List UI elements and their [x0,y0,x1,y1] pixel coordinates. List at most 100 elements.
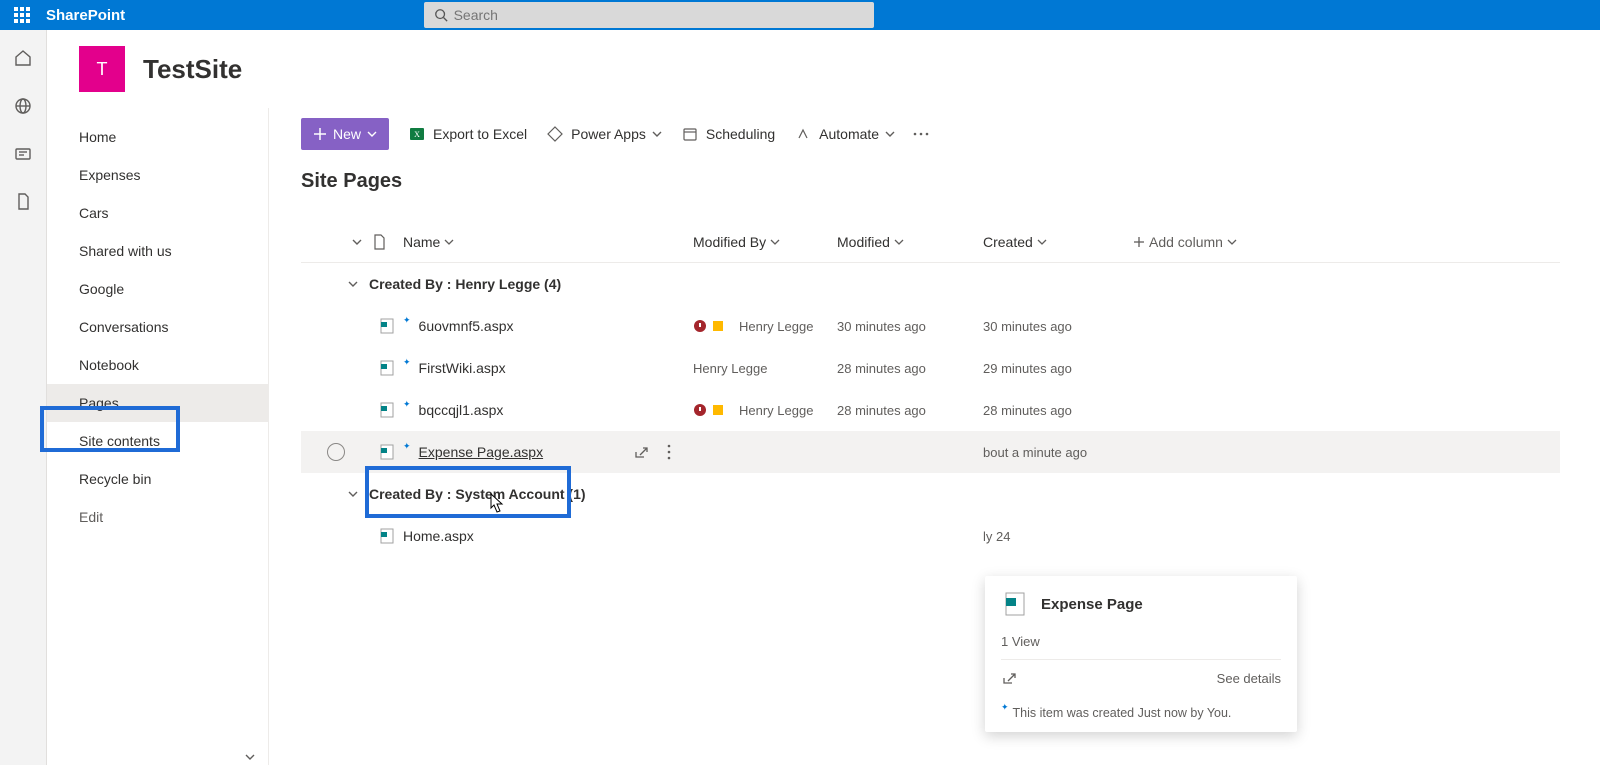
ql-conversations[interactable]: Conversations [47,308,268,346]
draft-icon [711,403,725,417]
group-expand-all[interactable] [301,236,371,248]
new-indicator-icon: ✦ [403,315,411,326]
file-name[interactable]: Home.aspx [403,528,474,544]
files-icon[interactable] [13,192,33,212]
ql-notebook[interactable]: Notebook [47,346,268,384]
file-name[interactable]: Expense Page.aspx [419,444,544,460]
table-row[interactable]: ✦ FirstWiki.aspx Henry Legge 28 minutes a… [301,347,1560,389]
automate-label: Automate [819,126,879,142]
checkout-icon [693,319,707,333]
ql-shared[interactable]: Shared with us [47,232,268,270]
site-title: TestSite [143,54,242,85]
scheduling[interactable]: Scheduling [680,124,775,144]
modified-by: Henry Legge [693,361,767,376]
search-icon [434,8,448,22]
svg-text:X: X [414,130,420,139]
new-button[interactable]: New [301,118,389,150]
group-header[interactable]: Created By : Henry Legge (4) [301,263,1560,305]
modified: 30 minutes ago [837,319,983,334]
activity-icon: ✦ [1001,702,1009,713]
share-icon[interactable] [633,444,649,460]
col-created[interactable]: Created [983,234,1113,250]
ql-recycle-bin[interactable]: Recycle bin [47,460,268,498]
table-row[interactable]: ✦ 6uovmnf5.aspx Henry Legge 30 minutes ag… [301,305,1560,347]
col-modified[interactable]: Modified [837,234,983,250]
site-page-icon [371,359,403,377]
site-page-icon [371,443,403,461]
ql-edit[interactable]: Edit [47,498,268,536]
ql-home[interactable]: Home [47,118,268,156]
table-row[interactable]: Home.aspx ly 24 [301,515,1560,557]
powerapps-icon [545,124,565,144]
col-modby-label: Modified By [693,234,766,250]
flow-icon [793,124,813,144]
modified: 28 minutes ago [837,361,983,376]
site-page-icon [371,401,403,419]
chevron-down-icon[interactable] [347,488,359,500]
ql-google[interactable]: Google [47,270,268,308]
created: ly 24 [983,529,1113,544]
modified-by: Henry Legge [739,319,813,334]
modified-by: Henry Legge [739,403,813,418]
search-input[interactable] [454,7,864,23]
file-name[interactable]: bqccqjl1.aspx [419,402,504,418]
group-label: Created By : System Account (1) [369,486,586,502]
ql-cars[interactable]: Cars [47,194,268,232]
site-logo: T [79,46,125,92]
search-box[interactable] [424,2,874,28]
new-indicator-icon: ✦ [403,357,411,368]
plus-icon [313,127,327,141]
file-hover-card: Expense Page 1 View See details ✦ This it… [985,576,1297,732]
ql-pages[interactable]: Pages [47,384,268,422]
column-header-row: Name Modified By Modified Created Add co… [301,221,1560,263]
ql-expenses[interactable]: Expenses [47,156,268,194]
hover-card-activity: This item was created Just now by You. [1013,706,1232,720]
file-name[interactable]: FirstWiki.aspx [419,360,506,376]
more-actions-icon[interactable] [667,444,671,460]
export-excel[interactable]: X Export to Excel [407,124,527,144]
checkout-icon [693,403,707,417]
created: 28 minutes ago [983,403,1113,418]
scheduling-label: Scheduling [706,126,775,142]
site-page-icon [371,527,403,545]
automate[interactable]: Automate [793,124,895,144]
table-row[interactable]: ✦ bqccqjl1.aspx Henry Legge 28 minutes ag… [301,389,1560,431]
created: 29 minutes ago [983,361,1113,376]
app-launcher[interactable] [8,1,36,29]
file-name[interactable]: 6uovmnf5.aspx [419,318,514,334]
quick-launch: Home Expenses Cars Shared with us Google… [47,108,269,765]
see-details-link[interactable]: See details [1217,671,1281,686]
chevron-down-icon[interactable] [347,278,359,290]
col-name[interactable]: Name [403,234,693,250]
globe-icon[interactable] [13,96,33,116]
home-icon[interactable] [13,48,33,68]
draft-icon [711,319,725,333]
col-crt-label: Created [983,234,1033,250]
power-apps[interactable]: Power Apps [545,124,662,144]
suite-brand: SharePoint [46,7,125,24]
hover-card-title: Expense Page [1041,596,1143,613]
more-commands[interactable] [913,132,929,136]
add-col-label: Add column [1149,234,1223,250]
share-icon[interactable] [1001,670,1017,686]
divider [1001,659,1281,660]
calendar-icon [680,124,700,144]
col-modified-by[interactable]: Modified By [693,234,837,250]
modified: 28 minutes ago [837,403,983,418]
export-label: Export to Excel [433,126,527,142]
new-indicator-icon: ✦ [403,399,411,410]
file-type-header-icon[interactable] [371,234,403,250]
table-row[interactable]: ✦Expense Page.aspx bout a minute ago [301,431,1560,473]
created: 30 minutes ago [983,319,1113,334]
add-column[interactable]: Add column [1113,234,1313,250]
row-select[interactable] [327,443,345,461]
hover-card-views: 1 View [1001,634,1281,649]
new-button-label: New [333,126,361,142]
cursor-pointer-icon [485,492,505,516]
collapse-nav-icon[interactable] [242,749,258,765]
news-icon[interactable] [13,144,33,164]
chevron-down-icon [885,129,895,139]
col-name-label: Name [403,234,440,250]
powerapps-label: Power Apps [571,126,646,142]
ql-site-contents[interactable]: Site contents [47,422,268,460]
